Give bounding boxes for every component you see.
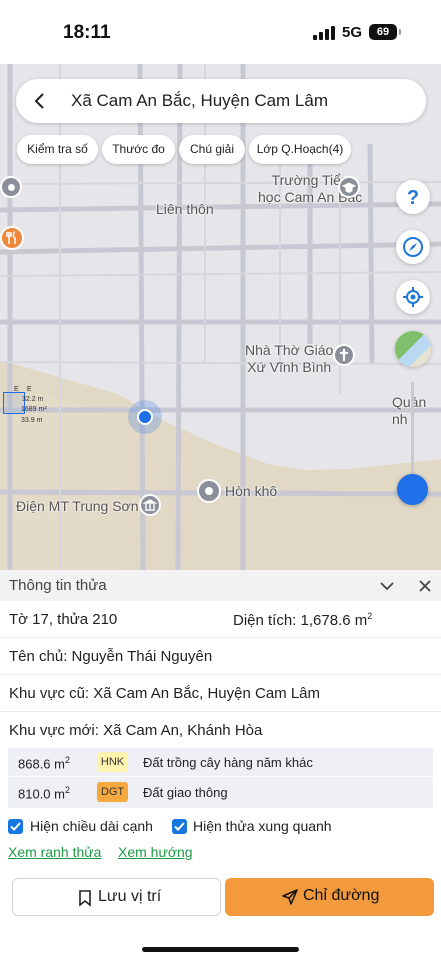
parcel-edge-32: 32.2 m — [22, 396, 44, 403]
land-use-table: 868.6 m2 HNK Đất trồng cây hàng năm khác… — [8, 748, 433, 808]
layer-switch-button[interactable] — [395, 331, 431, 367]
bookmark-icon — [79, 890, 91, 907]
parcel-label-e1: E — [14, 386, 19, 393]
close-icon[interactable] — [416, 577, 434, 595]
status-bar: 18:11 5G 69 — [0, 0, 441, 64]
map-label-church: Nhà Thờ Giáo Xứ Vĩnh Bình — [245, 342, 334, 375]
collapse-chevron-icon[interactable] — [378, 577, 396, 595]
network-label: 5G — [342, 24, 363, 41]
land-use-desc: Đất trồng cây hàng năm khác — [143, 755, 313, 770]
chip-check-number[interactable]: Kiểm tra số — [17, 135, 98, 164]
view-direction-link[interactable]: Xem hướng — [118, 844, 193, 860]
show-neighbors-label[interactable]: Hiện thửa xung quanh — [193, 818, 332, 834]
navigation-arrow-icon — [282, 889, 298, 905]
map-label-quan: Quán nh — [392, 394, 427, 427]
parcel-label-e2: E — [27, 386, 32, 393]
opacity-slider[interactable] — [397, 382, 428, 505]
directions-label: Chỉ đường — [303, 887, 380, 904]
svg-text:?: ? — [407, 187, 419, 209]
back-arrow-icon[interactable] — [28, 89, 52, 113]
new-region-label: Khu vực mới: Xã Cam An, Khánh Hòa — [9, 722, 263, 739]
land-use-desc: Đất giao thông — [143, 785, 228, 800]
map-label-lien-thon: Liên thôn — [156, 201, 214, 217]
save-location-button[interactable]: Lưu vị trí — [12, 878, 221, 916]
chip-measure[interactable]: Thước đo — [102, 135, 175, 164]
show-neighbors-checkbox[interactable] — [172, 819, 187, 834]
school-icon — [338, 176, 360, 198]
save-location-label: Lưu vị trí — [98, 888, 162, 905]
map-layers-icon — [395, 331, 431, 367]
chip-planning-layers[interactable]: Lớp Q.Hoạch(4) — [249, 135, 351, 164]
battery-icon: 69 — [369, 24, 401, 40]
old-region-label: Khu vực cũ: Xã Cam An Bắc, Huyện Cam Lâm — [9, 685, 321, 702]
show-edges-checkbox[interactable] — [8, 819, 23, 834]
sheet-row: Tờ 17, thửa 210 Diện tích: 1,678.6 m2 — [0, 601, 441, 638]
land-use-area: 810.0 m2 — [18, 785, 70, 802]
land-use-row: 810.0 m2 DGT Đất giao thông — [8, 778, 433, 807]
map-label-dien-mt: Điện MT Trung Sơn — [16, 498, 139, 514]
parcel-area-label: 1689 m² — [21, 406, 47, 413]
land-code-badge: DGT — [97, 782, 128, 802]
land-use-row: 868.6 m2 HNK Đất trồng cây hàng năm khác — [8, 748, 433, 777]
parcel-info-panel: Thông tin thửa Tờ 17, thửa 210 Diện tích… — [0, 570, 441, 960]
signal-icon — [313, 26, 337, 40]
header-bar: Xã Cam An Bắc, Huyện Cam Lâm — [16, 79, 426, 123]
compass-button[interactable] — [396, 230, 430, 264]
question-icon: ? — [407, 187, 419, 209]
map-label-hon-kho: Hòn khô — [225, 483, 278, 499]
app-screen: 18:11 5G 69 Trường Tiểu học Cam An Bắc L… — [0, 0, 441, 960]
poi-pin-icon — [197, 479, 221, 503]
owner-row: Tên chủ: Nguyễn Thái Nguyên — [0, 638, 441, 675]
locate-button[interactable] — [396, 280, 430, 314]
view-boundary-link[interactable]: Xem ranh thửa — [8, 844, 101, 860]
chip-legend[interactable]: Chú giải — [179, 135, 245, 164]
new-region-row: Khu vực mới: Xã Cam An, Khánh Hòa — [0, 712, 441, 749]
check-icon — [10, 822, 21, 831]
status-time: 18:11 — [63, 22, 111, 43]
old-region-row: Khu vực cũ: Xã Cam An Bắc, Huyện Cam Lâm — [0, 675, 441, 712]
current-location-marker — [128, 400, 162, 434]
panel-title: Thông tin thửa — [9, 577, 107, 594]
opacity-slider-handle[interactable] — [397, 474, 428, 505]
place-icon — [0, 176, 22, 198]
building-icon — [139, 494, 161, 516]
compass-icon — [403, 237, 423, 257]
directions-button[interactable]: Chỉ đường — [225, 878, 434, 916]
home-indicator[interactable] — [142, 947, 299, 952]
land-use-area: 868.6 m2 — [18, 755, 70, 772]
parcel-edge-33: 33.9 m — [21, 417, 43, 424]
area-value: Diện tích: 1,678.6 m2 — [233, 611, 373, 629]
crosshair-icon — [403, 287, 423, 307]
location-title: Xã Cam An Bắc, Huyện Cam Lâm — [71, 91, 329, 110]
check-icon — [174, 822, 185, 831]
church-icon — [333, 344, 355, 366]
land-code-badge: HNK — [97, 752, 128, 772]
panel-header: Thông tin thửa — [0, 570, 441, 601]
sheet-parcel-label: Tờ 17, thửa 210 — [9, 611, 118, 628]
show-edges-label[interactable]: Hiện chiều dài cạnh — [30, 818, 153, 834]
help-button[interactable]: ? — [396, 180, 430, 214]
restaurant-icon — [0, 226, 24, 250]
owner-label: Tên chủ: Nguyễn Thái Nguyên — [9, 648, 213, 665]
